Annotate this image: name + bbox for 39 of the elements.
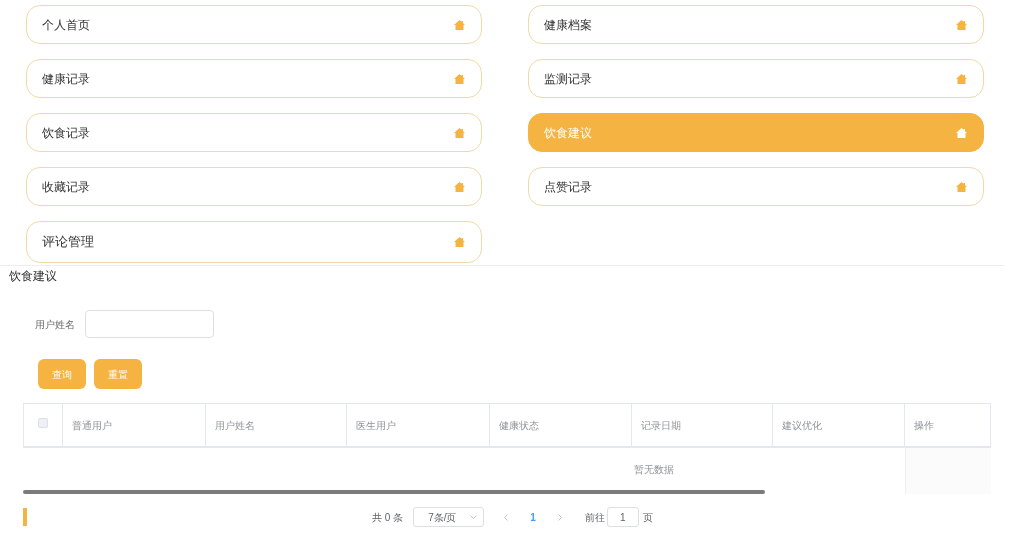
section-title: 饮食建议 <box>9 268 57 284</box>
column-header: 健康状态 <box>499 418 540 433</box>
home-icon <box>956 181 967 192</box>
menu-item[interactable]: 监测记录 <box>528 59 984 98</box>
home-icon <box>454 181 465 192</box>
goto-suffix: 页 <box>642 510 653 525</box>
goto-label: 前往 <box>584 510 605 525</box>
chevron-right-icon[interactable] <box>557 513 562 521</box>
chevron-left-icon[interactable] <box>504 513 509 521</box>
home-icon <box>956 73 967 84</box>
column-header: 医生用户 <box>356 418 397 433</box>
home-icon <box>454 237 465 247</box>
home-icon <box>956 127 967 138</box>
column-header: 操作 <box>914 418 935 433</box>
accent-bar <box>23 508 27 526</box>
page-input[interactable]: 1 <box>606 507 639 527</box>
input-field[interactable] <box>85 310 214 338</box>
empty-message: 暂无数据 <box>634 462 674 477</box>
menu-item[interactable]: 健康档案 <box>528 5 984 44</box>
home-icon <box>956 19 967 30</box>
total-count: 共 0 条 <box>372 510 404 525</box>
home-icon <box>454 127 465 138</box>
menu-item[interactable]: 点赞记录 <box>528 167 984 206</box>
column-header: 用户姓名 <box>214 418 255 433</box>
column-header: 记录日期 <box>640 418 681 433</box>
menu-item[interactable]: 收藏记录 <box>26 167 482 206</box>
page-size-select[interactable]: 7条/页 <box>413 507 485 527</box>
column-header: 普通用户 <box>71 418 112 433</box>
menu-item[interactable]: 评论管理 <box>26 221 482 263</box>
scrollbar[interactable] <box>23 490 765 494</box>
home-icon <box>454 19 465 30</box>
home-icon <box>454 73 465 84</box>
menu-item[interactable]: 饮食记录 <box>26 113 482 152</box>
column-header: 建议优化 <box>782 418 823 433</box>
menu-item[interactable]: 个人首页 <box>26 5 482 44</box>
select-all-checkbox[interactable] <box>37 418 48 428</box>
chevron-down-icon <box>470 515 478 519</box>
menu-item[interactable]: 健康记录 <box>26 59 482 98</box>
field-label: 用户姓名 <box>35 317 75 332</box>
